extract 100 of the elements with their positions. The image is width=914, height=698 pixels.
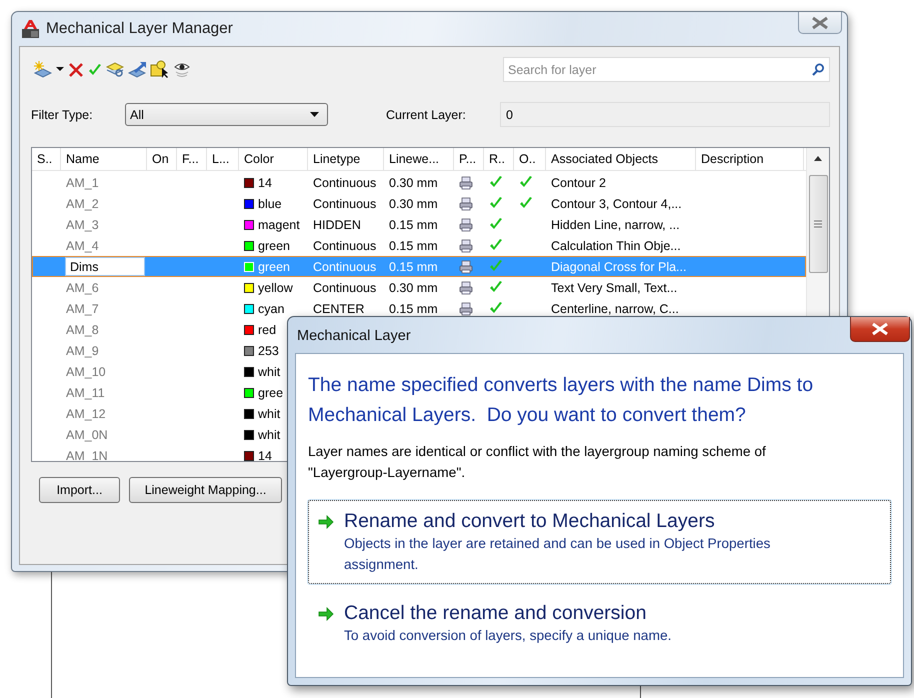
color-swatch[interactable]	[244, 282, 254, 292]
layer-cursor-icon[interactable]	[150, 60, 169, 79]
column-header[interactable]: Color	[239, 148, 308, 170]
column-header[interactable]: Name	[61, 148, 147, 170]
column-header[interactable]: Description	[696, 148, 804, 170]
layer-name: AM_12	[66, 406, 106, 420]
layer-name: AM_1N	[66, 448, 108, 461]
scroll-thumb[interactable]	[808, 175, 828, 273]
caret-icon[interactable]	[56, 67, 64, 72]
layer-name: AM_8	[66, 322, 99, 336]
close-button[interactable]	[798, 12, 842, 34]
grip-icon	[814, 220, 822, 228]
layer-name: AM_9	[66, 344, 99, 358]
column-header[interactable]: F...	[177, 148, 207, 170]
new-layer-icon[interactable]	[33, 60, 52, 78]
arrow-icon	[318, 514, 334, 530]
color-swatch[interactable]	[244, 304, 254, 314]
action-button[interactable]: Lineweight Mapping...	[129, 477, 282, 503]
color-name: magent	[258, 218, 300, 232]
close-icon[interactable]	[811, 16, 829, 30]
color-swatch[interactable]	[244, 198, 254, 208]
color-swatch[interactable]	[244, 240, 254, 250]
color-swatch[interactable]	[244, 366, 254, 376]
color-name: 14	[258, 448, 272, 461]
color-swatch[interactable]	[244, 346, 254, 356]
column-header[interactable]: R..	[484, 148, 514, 170]
column-header[interactable]: S..	[32, 148, 61, 170]
filter-type-dropdown[interactable]: All	[125, 103, 328, 126]
dropdown-value: All	[130, 108, 144, 122]
action-button[interactable]: Import...	[39, 477, 120, 503]
option-description: To avoid conversion of layers, specify a unique name.	[344, 627, 672, 645]
check-icon[interactable]	[88, 64, 102, 76]
linetype: Continuous	[313, 176, 376, 190]
column-header[interactable]: P...	[454, 148, 484, 170]
lineweight: 0.15 mm	[389, 238, 438, 252]
layer-arrow-icon[interactable]	[128, 61, 146, 78]
selected-row[interactable]: Dims green Continuous 0.15 mm Diagonal Cross for Pla...	[32, 256, 806, 277]
layer-icon[interactable]	[106, 61, 124, 78]
color-swatch[interactable]	[244, 450, 254, 460]
option-description: Objects in the layer are retained and can be used in Object Properties assignment.	[344, 535, 772, 574]
column-header[interactable]: L...	[207, 148, 239, 170]
arrow-up-icon[interactable]	[813, 154, 823, 162]
delete-icon[interactable]	[68, 62, 84, 78]
option-title: Rename and convert to Mechanical Layers	[344, 509, 716, 533]
color-name: 14	[258, 176, 272, 190]
color-name: 253	[258, 344, 279, 358]
associated-objects: Centerline, narrow, C...	[551, 302, 679, 316]
current-layer-field: 0	[500, 102, 830, 127]
color-name: gree	[258, 386, 284, 400]
column-header[interactable]: Associated Objects	[546, 148, 696, 170]
name-input[interactable]: Dims	[65, 257, 145, 276]
lineweight: 0.30 mm	[389, 280, 438, 294]
associated-objects: Calculation Thin Obje...	[551, 238, 681, 252]
dialog-heading: The name specified converts layers with the name Dims to Mechanical Layers. Do you want to convert them?	[308, 373, 814, 428]
layer-name: AM_2	[66, 196, 99, 210]
layer-name: AM_10	[66, 364, 106, 378]
close-button[interactable]	[850, 317, 910, 342]
lineweight: 0.15 mm	[389, 260, 438, 274]
linetype: HIDDEN	[313, 218, 361, 232]
color-name: green	[258, 238, 290, 252]
layer-name: AM_6	[66, 280, 99, 294]
color-swatch[interactable]	[244, 408, 254, 418]
column-header[interactable]: Linewe...	[384, 148, 454, 170]
app-icon	[21, 20, 40, 38]
color-name: green	[258, 260, 290, 274]
layer-name: AM_4	[66, 238, 99, 252]
lineweight: 0.30 mm	[389, 196, 438, 210]
associated-objects: Hidden Line, narrow, ...	[551, 218, 680, 232]
associated-objects: Text Very Small, Text...	[551, 280, 678, 294]
arrow-icon	[318, 606, 334, 622]
search-field[interactable]: Search for layer	[503, 57, 830, 82]
color-swatch[interactable]	[244, 178, 254, 188]
associated-objects: Contour 2	[551, 176, 606, 190]
color-name: whit	[258, 364, 280, 378]
command-link[interactable]: Cancel the rename and conversion To avoid conversion of layers, specify a unique name.	[308, 592, 891, 655]
associated-objects: Contour 3, Contour 4,...	[551, 196, 682, 210]
color-name: cyan	[258, 302, 284, 316]
layer-name: AM_11	[66, 386, 105, 400]
layer-name: AM_0N	[66, 428, 108, 442]
search-icon[interactable]	[812, 63, 824, 76]
option-title: Cancel the rename and conversion	[344, 601, 648, 625]
filter-type-label: Filter Type:	[31, 108, 94, 122]
lineweight: 0.15 mm	[389, 302, 438, 316]
column-header[interactable]: Linetype	[308, 148, 384, 170]
column-header[interactable]: O..	[514, 148, 546, 170]
color-swatch[interactable]	[244, 430, 254, 440]
color-name: blue	[258, 196, 282, 210]
linetype: Continuous	[313, 280, 376, 294]
color-swatch[interactable]	[244, 324, 254, 334]
color-name: whit	[258, 406, 280, 420]
command-link[interactable]: Rename and convert to Mechanical Layers Objects in the layer are retained and can be used in Object Properties assignment.	[308, 500, 891, 584]
lineweight: 0.30 mm	[389, 176, 438, 190]
color-swatch[interactable]	[244, 220, 254, 230]
column-header[interactable]: On	[147, 148, 177, 170]
eye-icon[interactable]	[173, 61, 191, 78]
layer-name: AM_7	[66, 302, 99, 316]
color-swatch[interactable]	[244, 388, 254, 398]
linetype: Continuous	[313, 196, 376, 210]
color-name: whit	[258, 428, 280, 442]
layer-name: AM_3	[66, 218, 99, 232]
